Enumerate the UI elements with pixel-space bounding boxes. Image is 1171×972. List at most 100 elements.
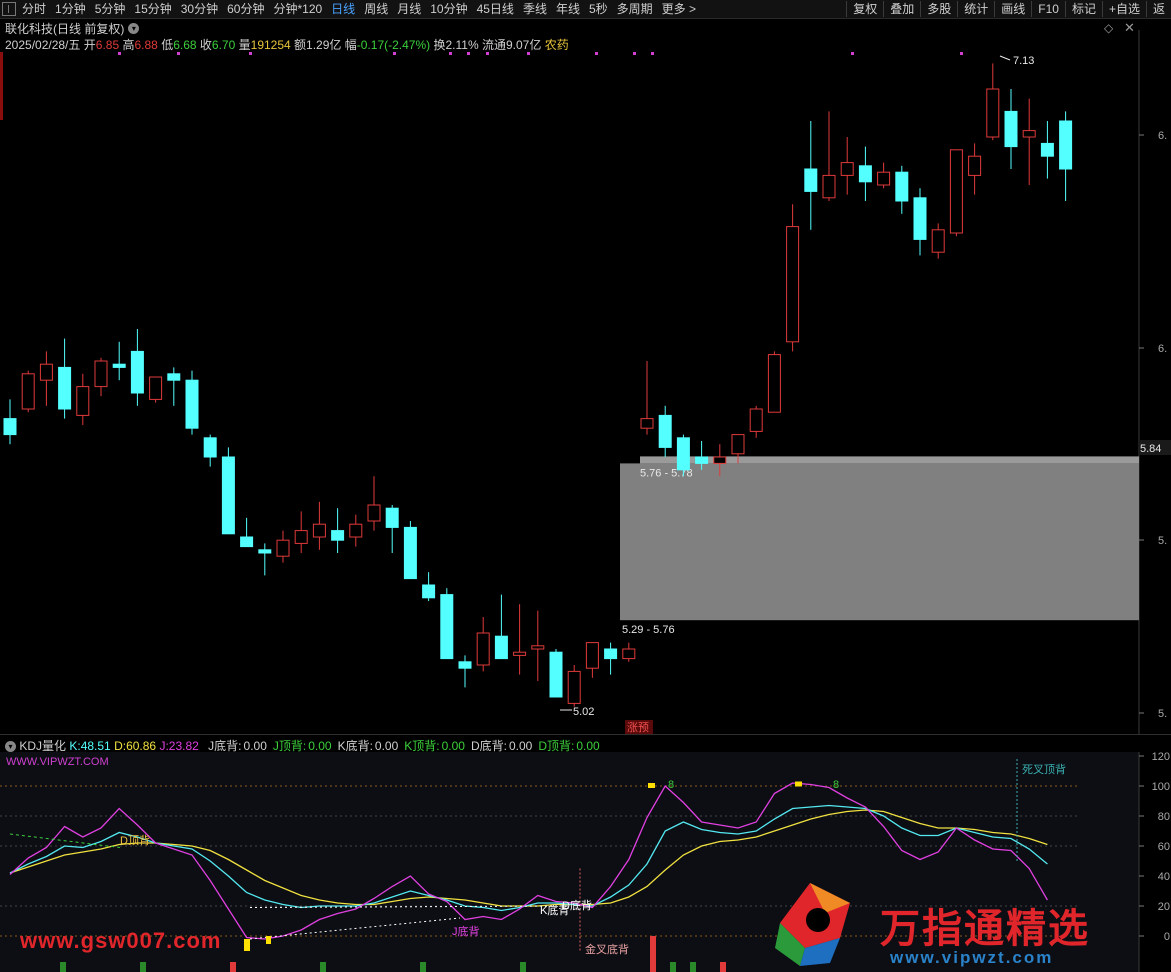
- kdj-flag-value: 0.00: [576, 739, 600, 753]
- candle: [385, 505, 399, 553]
- kdj-axis-label: 60: [1158, 841, 1170, 853]
- bottom-marker: [266, 936, 271, 944]
- candle: [149, 376, 163, 403]
- price-chart[interactable]: 6.6.5.5.5.76 - 5.785.29 - 5.767.135.025.…: [0, 0, 1171, 735]
- volume-bar: [320, 962, 326, 972]
- cross-count-label: 8: [668, 779, 674, 791]
- watermark-left: www.gsw007.com: [20, 928, 222, 953]
- d-top-div-label: D顶背: [120, 833, 150, 847]
- candle: [676, 434, 690, 477]
- candle-body: [858, 165, 872, 183]
- candle-body: [676, 437, 690, 471]
- candle-body: [349, 523, 363, 538]
- candle-body: [786, 226, 800, 343]
- candle: [913, 188, 927, 256]
- limit-badge-label: 涨预: [627, 721, 649, 734]
- candle: [585, 642, 599, 678]
- kdj-flag-value: 0.00: [308, 739, 332, 753]
- candle: [531, 610, 545, 681]
- candle: [658, 405, 672, 457]
- d-value: 60.86: [126, 739, 157, 753]
- candle-body: [604, 648, 618, 660]
- volume-bar: [60, 962, 66, 972]
- kdj-flag-label: J底背:: [208, 739, 242, 753]
- candle-body: [3, 418, 17, 436]
- candle: [3, 399, 17, 445]
- signal-dot: [651, 52, 654, 55]
- kdj-name: KDJ量化: [19, 739, 67, 753]
- candle: [749, 405, 763, 438]
- candle: [349, 514, 363, 547]
- volume-bar: [720, 962, 726, 972]
- candle-body: [1004, 110, 1018, 148]
- candle-body: [94, 360, 108, 388]
- candle: [786, 204, 800, 352]
- candle-body: [240, 536, 254, 548]
- candle: [986, 63, 1000, 141]
- candle: [968, 143, 982, 195]
- candle-body: [622, 648, 636, 660]
- signal-dot: [527, 52, 530, 55]
- candle-body: [185, 379, 199, 429]
- candle: [367, 476, 381, 531]
- candle: [240, 517, 254, 548]
- candle-body: [895, 171, 909, 202]
- candle-body: [422, 584, 436, 599]
- candle: [422, 572, 436, 601]
- kdj-axis-label: 0: [1164, 931, 1170, 943]
- candle-body: [39, 363, 53, 381]
- kdj-site-label: WWW.VIPWZT.COM: [6, 756, 109, 768]
- candle-body: [403, 526, 417, 580]
- candle-body: [1040, 142, 1054, 157]
- kdj-flag-value: 0.00: [441, 739, 465, 753]
- kdj-flag-value: 0.00: [509, 739, 533, 753]
- signal-dot: [633, 52, 636, 55]
- kdj-flag-label: D顶背:: [538, 739, 575, 753]
- kdj-dropdown-icon[interactable]: ▾: [5, 741, 16, 753]
- price-axis-label: 6.: [1158, 343, 1167, 355]
- watermark-brand: 万指通精选: [880, 906, 1090, 952]
- kdj-flag-label: K顶背:: [404, 739, 440, 753]
- candle-body: [877, 171, 891, 186]
- candle-body: [76, 386, 90, 416]
- candle: [895, 165, 909, 214]
- price-axis-label: 5.: [1158, 535, 1167, 547]
- kdj-flag-label: D底背:: [470, 739, 507, 753]
- candle-body: [767, 354, 781, 413]
- candle-body: [749, 408, 763, 432]
- candle: [258, 543, 272, 576]
- death-cross-label: 死叉顶背: [1022, 762, 1066, 776]
- candle-body: [731, 434, 745, 455]
- kdj-axis-label: 20: [1158, 901, 1170, 913]
- candle: [21, 370, 35, 413]
- signal-dot: [177, 52, 180, 55]
- candle: [840, 137, 854, 195]
- candle-body: [804, 168, 818, 192]
- candle: [640, 361, 654, 435]
- candle-body: [312, 523, 326, 538]
- j-value: 23.82: [168, 739, 199, 753]
- candle: [549, 649, 563, 698]
- d-label: D:: [114, 739, 127, 753]
- volume-bar: [420, 962, 426, 972]
- candle: [58, 338, 72, 419]
- candle-body: [658, 414, 672, 448]
- candle-body: [367, 504, 381, 522]
- candle: [112, 341, 126, 381]
- candle: [476, 617, 490, 672]
- candle: [39, 351, 53, 406]
- candle-body: [822, 174, 836, 199]
- signal-dot: [595, 52, 598, 55]
- gap-zone: [620, 463, 1139, 621]
- candle: [130, 329, 144, 406]
- candle: [458, 655, 472, 688]
- candle: [1004, 89, 1018, 169]
- candle-body: [968, 155, 982, 176]
- candle-body: [258, 549, 272, 554]
- candle-body: [1022, 130, 1036, 138]
- candle: [221, 447, 235, 535]
- candle-body: [513, 651, 527, 656]
- candle: [294, 511, 308, 553]
- bottom-marker: [244, 939, 250, 951]
- candle: [331, 508, 345, 553]
